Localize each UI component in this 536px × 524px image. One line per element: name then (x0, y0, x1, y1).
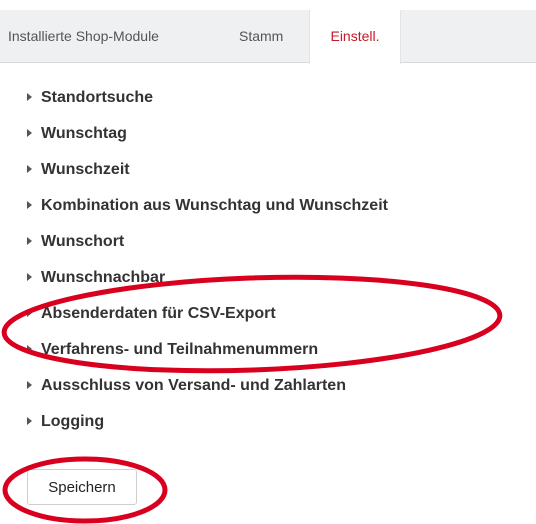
caret-right-icon (27, 201, 32, 209)
section-label: Absenderdaten für CSV-Export (41, 305, 276, 322)
caret-right-icon (27, 237, 32, 245)
section-label: Logging (41, 413, 105, 430)
tab-installed-shop-modules[interactable]: Installierte Shop-Module (8, 10, 159, 63)
section-label: Wunschzeit (41, 161, 130, 178)
caret-right-icon (27, 309, 32, 317)
annotation-overlay (1, 274, 503, 524)
section-label: Ausschluss von Versand- und Zahlarten (41, 377, 346, 394)
caret-right-icon (27, 417, 32, 425)
section-wunschtag[interactable]: Wunschtag (27, 122, 127, 146)
section-wunschnachbar[interactable]: Wunschnachbar (27, 266, 165, 290)
caret-right-icon (27, 381, 32, 389)
module-settings-page: Installierte Shop-Module Stamm Einstell.… (0, 0, 536, 524)
tab-bar: Installierte Shop-Module Stamm Einstell. (0, 10, 536, 64)
section-ausschluss[interactable]: Ausschluss von Versand- und Zahlarten (27, 374, 346, 398)
caret-right-icon (27, 345, 32, 353)
section-label: Wunschnachbar (41, 269, 166, 286)
section-label: Verfahrens- und Teilnahmenummern (41, 341, 319, 358)
section-label: Kombination aus Wunschtag und Wunschzeit (41, 197, 388, 214)
section-absenderdaten[interactable]: Absenderdaten für CSV-Export (27, 302, 276, 326)
caret-right-icon (27, 129, 32, 137)
caret-right-icon (27, 93, 32, 101)
caret-right-icon (27, 273, 32, 281)
section-kombination[interactable]: Kombination aus Wunschtag und Wunschzeit (27, 194, 388, 218)
section-logging[interactable]: Logging (27, 410, 104, 434)
section-label: Standortsuche (41, 89, 154, 106)
section-wunschort[interactable]: Wunschort (27, 230, 124, 254)
section-verfahrensnummern[interactable]: Verfahrens- und Teilnahmenummern (27, 338, 318, 362)
save-button[interactable]: Speichern (27, 469, 137, 505)
tab-einstell[interactable]: Einstell. (309, 10, 401, 64)
tab-stamm[interactable]: Stamm (239, 10, 283, 63)
caret-right-icon (27, 165, 32, 173)
section-label: Wunschtag (41, 125, 127, 142)
section-wunschzeit[interactable]: Wunschzeit (27, 158, 130, 182)
section-standortsuche[interactable]: Standortsuche (27, 86, 153, 110)
section-label: Wunschort (41, 233, 125, 250)
